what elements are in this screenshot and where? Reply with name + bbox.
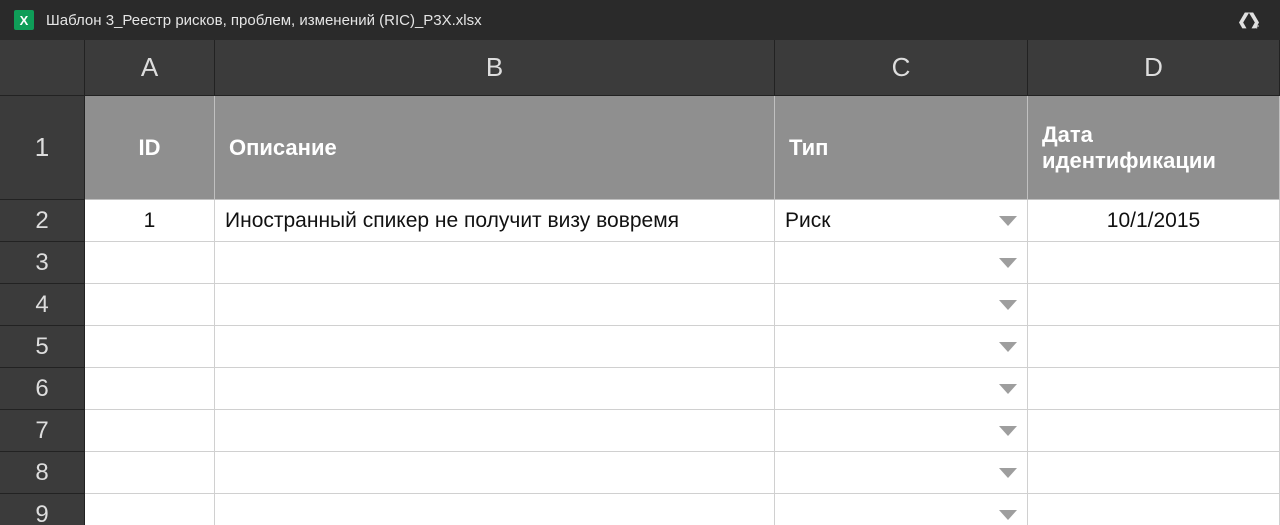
cell-type-dropdown[interactable]: [775, 452, 1028, 494]
cell-id[interactable]: [85, 284, 215, 326]
save-to-drive-icon[interactable]: +: [1238, 10, 1260, 30]
cell-date[interactable]: [1028, 452, 1280, 494]
title-bar: X Шаблон 3_Реестр рисков, проблем, измен…: [0, 0, 1280, 40]
header-cell-id[interactable]: ID: [85, 96, 215, 200]
column-header-A[interactable]: A: [85, 40, 215, 95]
cell-type-dropdown[interactable]: [775, 284, 1028, 326]
chevron-down-icon: [999, 342, 1017, 352]
column-letter-row: A B C D: [0, 40, 1280, 96]
table-row: 6: [0, 368, 1280, 410]
row-number[interactable]: 6: [0, 368, 85, 410]
row-number-1[interactable]: 1: [0, 96, 85, 200]
cell-id[interactable]: [85, 494, 215, 525]
cell-description[interactable]: [215, 368, 775, 410]
row-number[interactable]: 9: [0, 494, 85, 525]
table-header-row: 1 ID Описание Тип Дата идентификации: [0, 96, 1280, 200]
select-all-corner[interactable]: [0, 40, 85, 95]
document-filename[interactable]: Шаблон 3_Реестр рисков, проблем, изменен…: [46, 12, 1238, 29]
cell-date[interactable]: [1028, 494, 1280, 525]
cell-description[interactable]: [215, 410, 775, 452]
header-cell-type[interactable]: Тип: [775, 96, 1028, 200]
cell-id[interactable]: [85, 368, 215, 410]
cell-type-dropdown[interactable]: Риск: [775, 200, 1028, 242]
chevron-down-icon: [999, 510, 1017, 520]
chevron-down-icon: [999, 426, 1017, 436]
cell-id[interactable]: [85, 326, 215, 368]
cell-date[interactable]: 10/1/2015: [1028, 200, 1280, 242]
column-header-C[interactable]: C: [775, 40, 1028, 95]
table-row: 7: [0, 410, 1280, 452]
sheets-app-icon: X: [14, 10, 34, 30]
row-number[interactable]: 7: [0, 410, 85, 452]
chevron-down-icon: [999, 258, 1017, 268]
cell-date[interactable]: [1028, 410, 1280, 452]
cell-type-dropdown[interactable]: [775, 326, 1028, 368]
row-number[interactable]: 2: [0, 200, 85, 242]
row-number[interactable]: 3: [0, 242, 85, 284]
chevron-down-icon: [999, 384, 1017, 394]
cell-id[interactable]: 1: [85, 200, 215, 242]
cell-description[interactable]: [215, 452, 775, 494]
chevron-down-icon: [999, 468, 1017, 478]
cell-type-value: Риск: [785, 209, 830, 233]
cell-date[interactable]: [1028, 326, 1280, 368]
chevron-down-icon: [999, 300, 1017, 310]
svg-text:+: +: [1254, 21, 1259, 30]
column-header-D[interactable]: D: [1028, 40, 1280, 95]
cell-date[interactable]: [1028, 284, 1280, 326]
cell-description[interactable]: [215, 284, 775, 326]
table-row: 21Иностранный спикер не получит визу вов…: [0, 200, 1280, 242]
column-header-B[interactable]: B: [215, 40, 775, 95]
cell-type-dropdown[interactable]: [775, 368, 1028, 410]
table-row: 9: [0, 494, 1280, 525]
cell-id[interactable]: [85, 410, 215, 452]
cell-description[interactable]: Иностранный спикер не получит визу вовре…: [215, 200, 775, 242]
table-row: 4: [0, 284, 1280, 326]
cell-description[interactable]: [215, 242, 775, 284]
row-number[interactable]: 4: [0, 284, 85, 326]
table-row: 8: [0, 452, 1280, 494]
header-cell-desc[interactable]: Описание: [215, 96, 775, 200]
cell-date[interactable]: [1028, 242, 1280, 284]
table-row: 5: [0, 326, 1280, 368]
header-cell-date[interactable]: Дата идентификации: [1028, 96, 1280, 200]
table-row: 3: [0, 242, 1280, 284]
cell-type-dropdown[interactable]: [775, 242, 1028, 284]
row-number[interactable]: 5: [0, 326, 85, 368]
cell-type-dropdown[interactable]: [775, 494, 1028, 525]
cell-date[interactable]: [1028, 368, 1280, 410]
cell-description[interactable]: [215, 326, 775, 368]
row-number[interactable]: 8: [0, 452, 85, 494]
cell-id[interactable]: [85, 452, 215, 494]
cell-description[interactable]: [215, 494, 775, 525]
cell-id[interactable]: [85, 242, 215, 284]
cell-type-dropdown[interactable]: [775, 410, 1028, 452]
chevron-down-icon: [999, 216, 1017, 226]
